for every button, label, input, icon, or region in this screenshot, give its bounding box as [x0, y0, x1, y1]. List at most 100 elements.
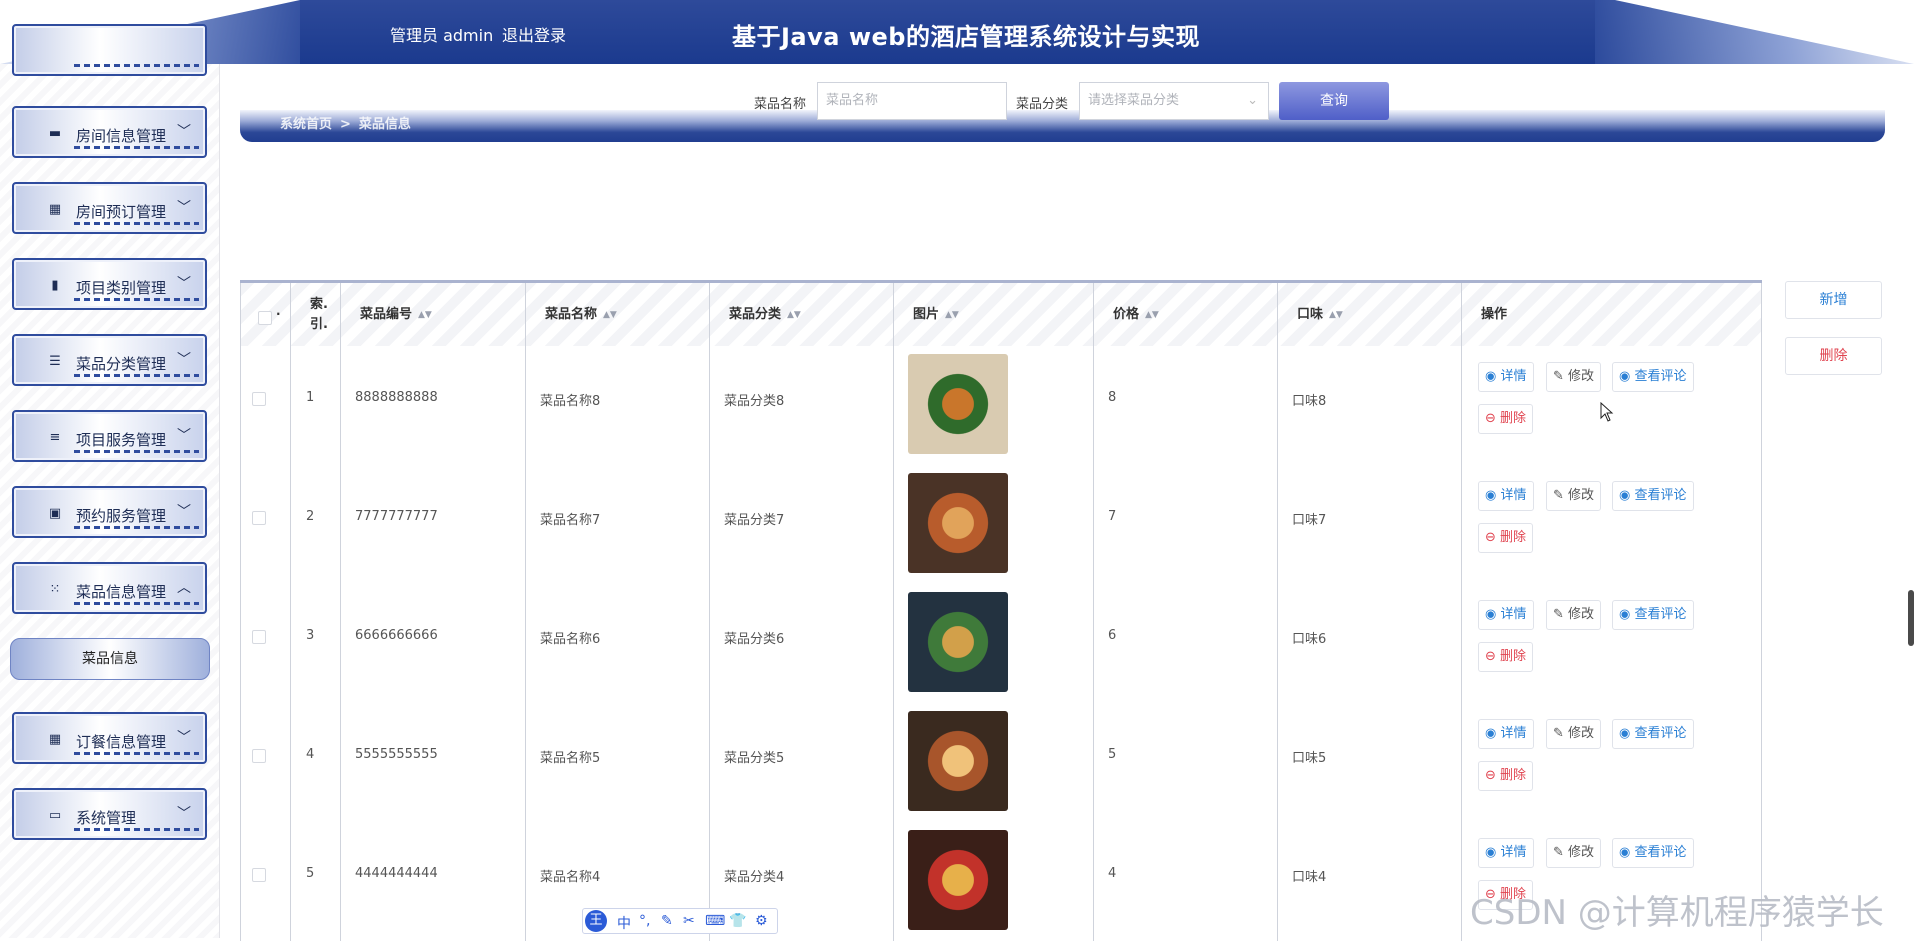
select-all-checkbox[interactable]: [258, 311, 272, 325]
detail-button[interactable]: ◉ 详情: [1478, 362, 1534, 392]
edit-button[interactable]: ✎ 修改: [1546, 481, 1602, 511]
th-category[interactable]: 菜品分类 ▲▼: [729, 283, 801, 346]
dish-image[interactable]: [908, 354, 1008, 454]
sidebar-item-label: 项目服务管理: [76, 431, 167, 449]
row-delete-button[interactable]: ⊖ 删除: [1478, 404, 1534, 434]
ime-pen-icon[interactable]: ✎: [661, 913, 673, 929]
ime-settings-icon[interactable]: ⚙: [755, 913, 768, 929]
batch-delete-button[interactable]: 删除: [1785, 337, 1882, 375]
dish-category-select[interactable]: 请选择菜品分类 ⌄: [1079, 82, 1269, 120]
edit-button[interactable]: ✎ 修改: [1546, 362, 1602, 392]
dish-image[interactable]: [908, 473, 1008, 573]
cell-price: 6: [1108, 628, 1117, 643]
cell-index: 3: [306, 628, 315, 643]
sidebar-item-partial[interactable]: [12, 24, 207, 76]
th-code[interactable]: 菜品编号 ▲▼: [360, 283, 432, 346]
row-checkbox[interactable]: [252, 392, 266, 406]
pencil-icon: ✎: [1553, 369, 1569, 384]
sort-icon[interactable]: ▲▼: [603, 310, 617, 319]
sidebar-item-appointment[interactable]: ▣ 预约服务管理 ﹀: [12, 486, 207, 538]
comments-label: 查看评论: [1634, 369, 1687, 384]
ime-toolbar[interactable]: 王 中 °, ✎ ✂ ⌨ 👕 ⚙: [582, 908, 778, 934]
sort-icon[interactable]: ▲▼: [1145, 310, 1159, 319]
view-comments-button[interactable]: ◉ 查看评论: [1612, 481, 1694, 511]
menu-decoration: [74, 146, 199, 149]
sort-icon[interactable]: ▲▼: [945, 310, 959, 319]
sidebar-item-project-service[interactable]: ≡ 项目服务管理 ﹀: [12, 410, 207, 462]
detail-button[interactable]: ◉ 详情: [1478, 838, 1534, 868]
row-delete-button[interactable]: ⊖ 删除: [1478, 523, 1534, 553]
edit-button[interactable]: ✎ 修改: [1546, 838, 1602, 868]
row-delete-button[interactable]: ⊖ 删除: [1478, 761, 1534, 791]
ime-punctuation-icon[interactable]: °,: [639, 913, 650, 929]
sidebar-item-dish-info[interactable]: ⁙ 菜品信息管理 ︿: [12, 562, 207, 614]
cell-category: 菜品分类8: [724, 394, 785, 409]
sidebar-item-dish-category[interactable]: ☰ 菜品分类管理 ﹀: [12, 334, 207, 386]
detail-button[interactable]: ◉ 详情: [1478, 719, 1534, 749]
breadcrumb-home[interactable]: 系统首页: [280, 117, 332, 132]
sidebar-item-label: 房间信息管理: [76, 127, 167, 145]
th-image[interactable]: 图片 ▲▼: [913, 283, 959, 346]
ime-keyboard-icon[interactable]: ⌨: [705, 913, 725, 929]
mouse-cursor-icon: [1600, 402, 1614, 422]
ime-logo-icon[interactable]: 王: [585, 910, 607, 932]
view-comments-button[interactable]: ◉ 查看评论: [1612, 600, 1694, 630]
dish-image[interactable]: [908, 711, 1008, 811]
sort-icon[interactable]: ▲▼: [418, 310, 432, 319]
row-checkbox[interactable]: [252, 868, 266, 882]
eye-icon: ◉: [1619, 369, 1635, 384]
column-divider: [893, 283, 894, 941]
apps-icon: ⁙: [49, 582, 61, 597]
add-button[interactable]: 新增: [1785, 281, 1882, 319]
detail-button[interactable]: ◉ 详情: [1478, 481, 1534, 511]
row-checkbox[interactable]: [252, 630, 266, 644]
detail-label: 详情: [1500, 488, 1527, 503]
query-button[interactable]: 查询: [1279, 82, 1389, 120]
cell-index: 5: [306, 866, 315, 881]
ime-scissors-icon[interactable]: ✂: [683, 913, 695, 929]
sidebar-item-order[interactable]: ▦ 订餐信息管理 ﹀: [12, 712, 207, 764]
row-checkbox[interactable]: [252, 749, 266, 763]
dish-name-input[interactable]: 菜品名称: [817, 82, 1007, 120]
sliders-icon: ☰: [49, 354, 61, 369]
view-comments-button[interactable]: ◉ 查看评论: [1612, 838, 1694, 868]
menu-decoration: [74, 64, 199, 67]
detail-label: 详情: [1500, 845, 1527, 860]
th-name[interactable]: 菜品名称 ▲▼: [545, 283, 617, 346]
submenu-dish-info[interactable]: 菜品信息: [10, 638, 210, 680]
sidebar-item-room-info[interactable]: ▬ 房间信息管理 ﹀: [12, 106, 207, 158]
detail-label: 详情: [1500, 607, 1527, 622]
view-comments-button[interactable]: ◉ 查看评论: [1612, 719, 1694, 749]
th-taste[interactable]: 口味 ▲▼: [1297, 283, 1343, 346]
row-delete-button[interactable]: ⊖ 删除: [1478, 642, 1534, 672]
column-divider: [240, 283, 241, 941]
sort-icon[interactable]: ▲▼: [1329, 310, 1343, 319]
comments-label: 查看评论: [1634, 607, 1687, 622]
logout-link[interactable]: 退出登录: [502, 22, 566, 46]
dish-image[interactable]: [908, 592, 1008, 692]
ime-chinese-mode-icon[interactable]: 中: [617, 913, 631, 933]
delete-label: 删除: [1500, 649, 1527, 664]
scrollbar-thumb[interactable]: [1908, 590, 1914, 646]
comments-label: 查看评论: [1634, 488, 1687, 503]
edit-button[interactable]: ✎ 修改: [1546, 600, 1602, 630]
dish-image[interactable]: [908, 830, 1008, 930]
minus-circle-icon: ⊖: [1485, 649, 1501, 664]
cell-code: 6666666666: [355, 628, 438, 643]
sort-icon[interactable]: ▲▼: [787, 310, 801, 319]
cell-taste: 口味6: [1292, 632, 1327, 647]
edit-button[interactable]: ✎ 修改: [1546, 719, 1602, 749]
menu-decoration: [74, 450, 199, 453]
view-comments-button[interactable]: ◉ 查看评论: [1612, 362, 1694, 392]
th-price[interactable]: 价格 ▲▼: [1113, 283, 1159, 346]
sidebar-item-project-category[interactable]: ▮ 项目类别管理 ﹀: [12, 258, 207, 310]
cell-price: 8: [1108, 390, 1117, 405]
ime-skin-icon[interactable]: 👕: [729, 913, 746, 929]
detail-button[interactable]: ◉ 详情: [1478, 600, 1534, 630]
sidebar-item-system[interactable]: ▭ 系统管理 ﹀: [12, 788, 207, 840]
delete-label: 删除: [1500, 411, 1527, 426]
row-checkbox[interactable]: [252, 511, 266, 525]
edit-label: 修改: [1568, 845, 1595, 860]
sidebar-item-room-booking[interactable]: ▦ 房间预订管理 ﹀: [12, 182, 207, 234]
chevron-down-icon: ﹀: [177, 200, 191, 216]
